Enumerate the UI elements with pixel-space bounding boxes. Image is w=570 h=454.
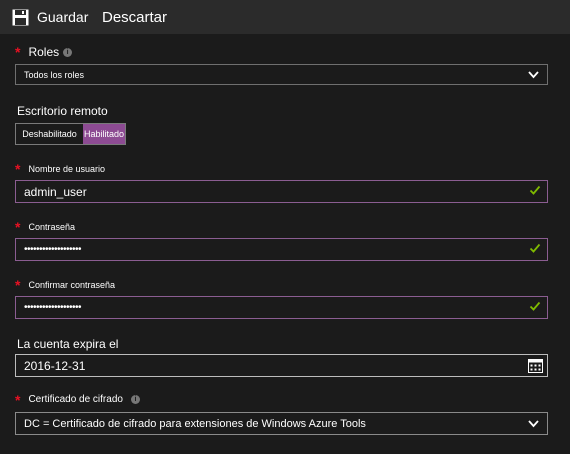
calendar-icon[interactable] <box>528 358 543 373</box>
command-bar: Guardar Descartar <box>0 0 570 34</box>
required-marker: * <box>15 219 21 235</box>
password-value: ••••••••••••••••••• <box>24 244 82 255</box>
username-label-row: * Nombre de usuario <box>15 161 105 177</box>
username-value: admin_user <box>24 184 87 199</box>
toggle-enabled-option[interactable]: Habilitado <box>83 124 125 144</box>
password-label: Contraseña <box>28 222 75 232</box>
chevron-down-icon <box>528 420 539 428</box>
certificate-dropdown[interactable]: DC = Certificado de cifrado para extensi… <box>15 412 548 435</box>
password-input[interactable]: ••••••••••••••••••• <box>15 238 548 261</box>
info-icon[interactable]: i <box>130 395 140 404</box>
expiry-value: 2016-12-31 <box>24 358 86 373</box>
required-marker: * <box>15 44 21 60</box>
confirm-password-input[interactable]: ••••••••••••••••••• <box>15 296 548 319</box>
remote-desktop-toggle[interactable]: Deshabilitado Habilitado <box>15 123 126 145</box>
required-marker: * <box>15 391 21 408</box>
discard-button[interactable]: Descartar <box>102 0 167 34</box>
remote-desktop-label-row: Escritorio remoto <box>17 104 108 118</box>
save-label: Guardar <box>37 9 89 25</box>
certificate-selected: DC = Certificado de cifrado para extensi… <box>24 417 366 430</box>
remote-desktop-label: Escritorio remoto <box>17 104 108 118</box>
confirm-password-label: Confirmar contraseña <box>28 280 115 290</box>
chevron-down-icon <box>528 71 539 79</box>
username-input[interactable]: admin_user <box>15 180 548 203</box>
expiry-date-input[interactable]: 2016-12-31 <box>15 354 548 377</box>
roles-dropdown[interactable]: Todos los roles <box>15 64 548 85</box>
confirm-password-label-row: * Confirmar contraseña <box>15 277 115 293</box>
certificate-label: Certificado de cifrado <box>28 394 123 405</box>
roles-label: Roles <box>28 45 60 59</box>
confirm-password-value: ••••••••••••••••••• <box>24 302 82 313</box>
username-label: Nombre de usuario <box>28 164 105 174</box>
roles-label-row: * Roles i <box>15 44 73 60</box>
required-marker: * <box>15 277 21 293</box>
checkmark-icon <box>529 185 541 195</box>
save-button[interactable]: Guardar <box>12 0 88 34</box>
checkmark-icon <box>529 243 541 253</box>
settings-panel: * Roles i Todos los roles Escritorio rem… <box>0 34 570 454</box>
password-label-row: * Contraseña <box>15 219 75 235</box>
info-icon[interactable]: i <box>63 47 73 57</box>
toggle-disabled-option[interactable]: Deshabilitado <box>16 124 83 144</box>
expiry-label-row: La cuenta expira el <box>17 337 118 351</box>
required-marker: * <box>15 161 21 177</box>
expiry-label: La cuenta expira el <box>17 337 119 351</box>
checkmark-icon <box>529 301 541 311</box>
certificate-label-row: * Certificado de cifrado i <box>15 391 140 408</box>
roles-selected: Todos los roles <box>24 69 85 80</box>
floppy-disk-icon <box>12 9 29 25</box>
